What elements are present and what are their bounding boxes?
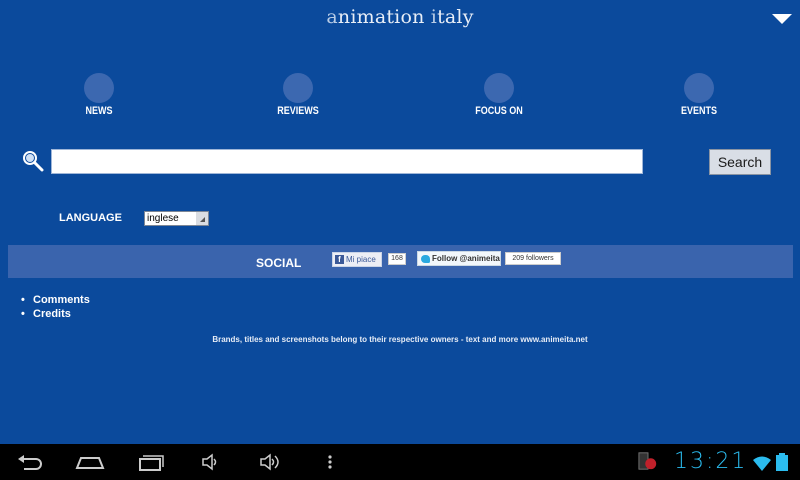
wifi-icon	[753, 456, 771, 471]
twitter-bird-icon	[421, 255, 430, 263]
social-bar: SOCIAL f Mi piace 168 Follow @animeita 20…	[8, 245, 793, 278]
logo-text-1: nimation	[337, 6, 431, 28]
social-title: SOCIAL	[256, 256, 302, 270]
app-logo[interactable]: animation italy	[0, 6, 800, 28]
facebook-like-label: Mi piace	[346, 255, 376, 264]
facebook-like-button[interactable]: f Mi piace	[332, 252, 382, 267]
nav-item-events[interactable]: EVENTS	[639, 73, 759, 117]
battery-icon	[776, 453, 788, 471]
menu-dots-icon[interactable]	[326, 452, 334, 472]
logo-text-2: taly	[437, 6, 474, 28]
main-nav: NEWS REVIEWS FOCUS ON EVENTS	[0, 73, 800, 123]
search-button[interactable]: Search	[709, 149, 771, 175]
footer-links: Comments Credits	[21, 293, 90, 321]
home-icon[interactable]	[75, 452, 105, 472]
nav-item-label: REVIEWS	[277, 105, 319, 117]
nav-item-label: NEWS	[85, 105, 113, 117]
volume-down-icon[interactable]	[200, 452, 220, 472]
language-select[interactable]: inglese	[144, 211, 209, 226]
twitter-follow-label: Follow @animeita	[432, 254, 500, 263]
link-credits[interactable]: Credits	[21, 307, 90, 321]
nav-events-icon	[684, 73, 714, 103]
nav-item-label: EVENTS	[680, 105, 718, 117]
search-input[interactable]	[51, 149, 643, 174]
search-row: Search	[0, 148, 800, 178]
select-arrow-icon	[196, 212, 208, 225]
footer-copyright: Brands, titles and screenshots belong to…	[212, 335, 588, 344]
notification-app-icon[interactable]	[636, 451, 660, 471]
language-label: LANGUAGE	[59, 212, 122, 224]
system-navigation-bar: 13:21	[0, 444, 800, 480]
recent-apps-icon[interactable]	[138, 452, 164, 472]
nav-item-focus-on[interactable]: FOCUS ON	[439, 73, 559, 117]
twitter-follower-count: 209 followers	[505, 252, 561, 265]
nav-item-label: FOCUS ON	[475, 105, 523, 117]
search-icon[interactable]	[22, 150, 44, 172]
volume-up-icon[interactable]	[258, 452, 282, 472]
language-row: LANGUAGE inglese	[0, 211, 800, 231]
language-selected-value: inglese	[147, 213, 179, 224]
nav-item-news[interactable]: NEWS	[39, 73, 159, 117]
back-icon[interactable]	[16, 452, 44, 472]
nav-focus-on-icon	[484, 73, 514, 103]
facebook-icon: f	[335, 255, 344, 264]
nav-news-icon	[84, 73, 114, 103]
link-comments[interactable]: Comments	[21, 293, 90, 307]
twitter-follow-button[interactable]: Follow @animeita	[417, 251, 501, 266]
nav-item-reviews[interactable]: REVIEWS	[238, 73, 358, 117]
facebook-like-count: 168	[388, 253, 406, 265]
menu-dropdown-icon[interactable]	[772, 14, 792, 24]
app-screen: animation italy NEWS REVIEWS FOCUS ON EV…	[0, 0, 800, 444]
nav-reviews-icon	[283, 73, 313, 103]
status-clock: 13:21	[674, 449, 748, 474]
logo-letter-a: a	[326, 6, 338, 28]
